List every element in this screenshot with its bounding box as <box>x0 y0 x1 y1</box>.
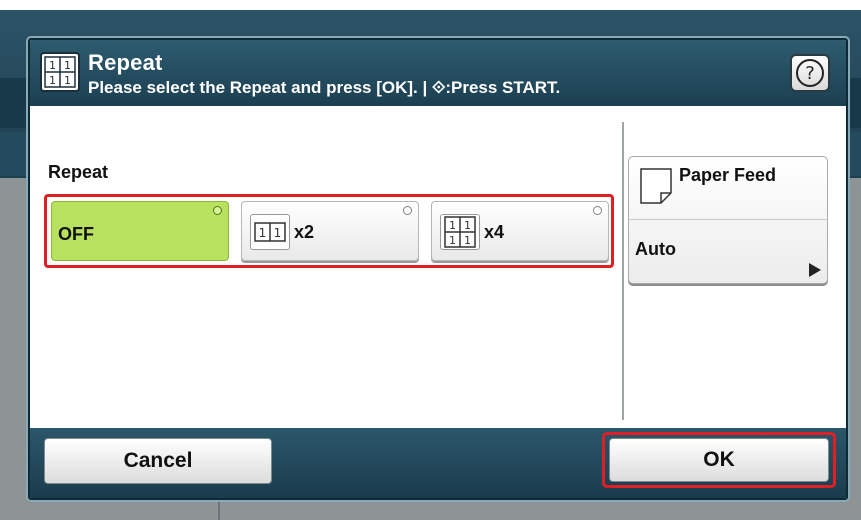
svg-text:1: 1 <box>449 219 456 232</box>
svg-text:1: 1 <box>464 234 471 247</box>
repeat-options-group: OFF 1 1 x2 1 1 1 1 x4 <box>44 194 614 268</box>
svg-text:1: 1 <box>464 219 471 232</box>
dialog-content: Repeat OFF 1 1 x2 1 1 1 1 x4 Paper Feed … <box>30 106 846 428</box>
repeat-option-x4[interactable]: 1 1 1 1 x4 <box>431 201 609 261</box>
svg-text:1: 1 <box>64 74 71 87</box>
selection-indicator <box>403 206 412 215</box>
repeat-dialog: 1 1 1 1 Repeat Please select the Repeat … <box>28 38 848 500</box>
help-button[interactable]: ? <box>790 54 830 92</box>
dialog-footer: Cancel OK <box>30 428 846 498</box>
svg-text:1: 1 <box>449 234 456 247</box>
svg-text:1: 1 <box>274 226 282 240</box>
selection-indicator <box>213 206 222 215</box>
paper-feed-divider <box>629 219 827 220</box>
svg-text:1: 1 <box>259 226 267 240</box>
content-divider <box>622 122 624 420</box>
svg-text:1: 1 <box>49 59 56 72</box>
repeat-option-x2-label: x2 <box>294 222 315 242</box>
repeat-option-x4-label: x4 <box>484 222 505 242</box>
paper-icon <box>637 165 675 207</box>
ok-highlight: OK <box>602 432 836 488</box>
paper-feed-title: Paper Feed <box>679 165 777 185</box>
repeat-label: Repeat <box>48 162 109 182</box>
repeat-option-off-label: OFF <box>58 224 94 244</box>
paper-feed-value: Auto <box>635 239 676 259</box>
repeat-icon: 1 1 1 1 <box>40 52 80 92</box>
dialog-instructions: Please select the Repeat and press [OK].… <box>88 78 561 97</box>
repeat-x4-icon: 1 1 1 1 <box>440 214 480 250</box>
svg-text:1: 1 <box>49 74 56 87</box>
ok-button[interactable]: OK <box>609 438 829 482</box>
repeat-option-off[interactable]: OFF <box>51 201 229 261</box>
cancel-button[interactable]: Cancel <box>44 438 272 484</box>
selection-indicator <box>593 206 602 215</box>
svg-text:?: ? <box>805 63 815 84</box>
dialog-title: Repeat <box>88 50 163 75</box>
repeat-option-x2[interactable]: 1 1 x2 <box>241 201 419 261</box>
help-icon: ? <box>796 59 824 87</box>
repeat-x2-icon: 1 1 <box>250 214 290 250</box>
dialog-title-bar: 1 1 1 1 Repeat Please select the Repeat … <box>30 40 846 106</box>
play-arrow-icon <box>809 263 821 277</box>
paper-feed-button[interactable]: Paper Feed Auto <box>628 156 828 284</box>
svg-text:1: 1 <box>64 59 71 72</box>
